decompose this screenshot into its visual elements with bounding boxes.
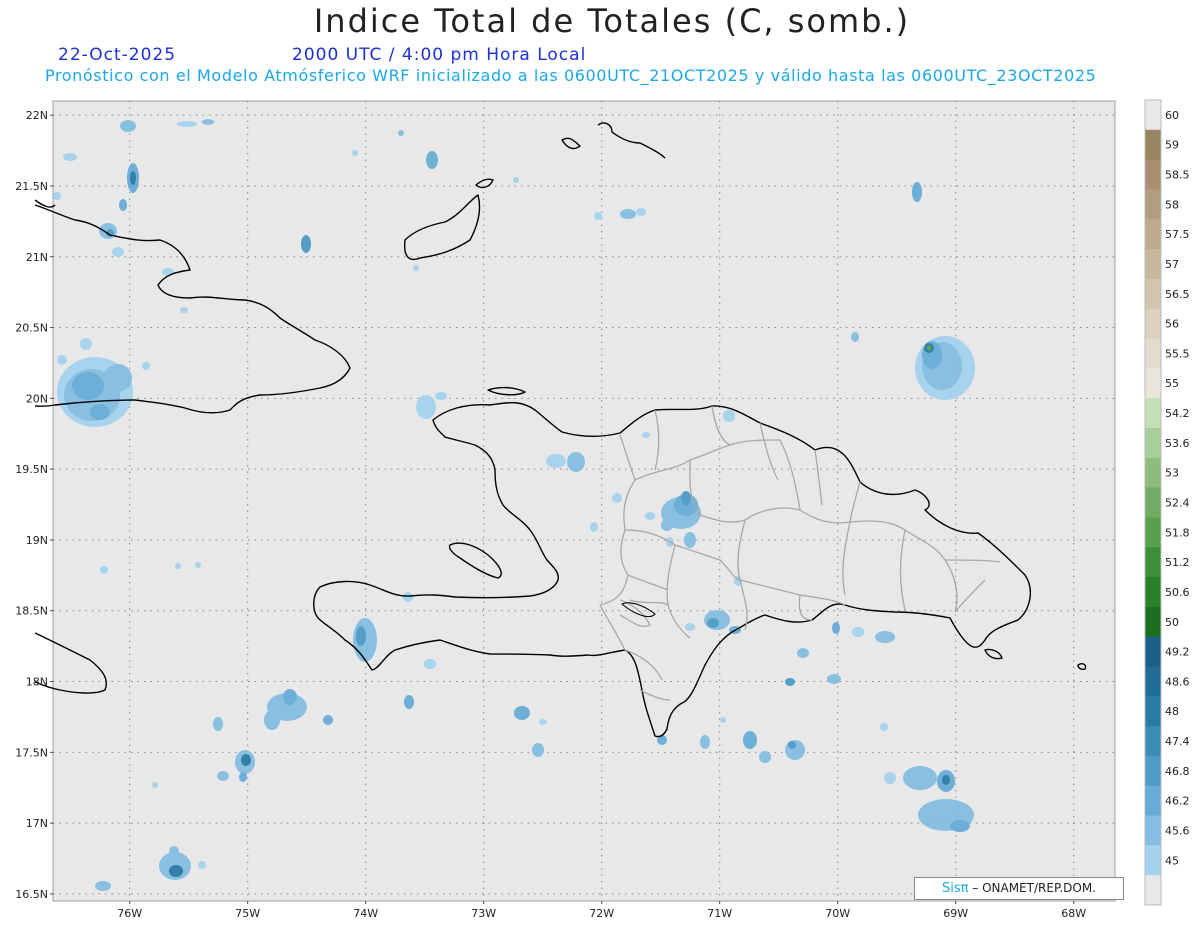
lat-tick-label: 22N bbox=[26, 109, 48, 122]
colorbar-label: 54.2 bbox=[1165, 407, 1190, 420]
colorbar-label: 55 bbox=[1165, 377, 1179, 390]
colorbar-label: 45.6 bbox=[1165, 824, 1190, 837]
colorbar-swatch bbox=[1145, 815, 1161, 846]
colorbar-label: 51.2 bbox=[1165, 556, 1190, 569]
lat-tick-label: 21N bbox=[26, 251, 48, 264]
colorbar-swatch bbox=[1145, 368, 1161, 399]
longitude-labels: 76W 75W 74W 73W 72W 71W 70W 69W 68W bbox=[117, 901, 1086, 920]
lat-tick-label: 19.5N bbox=[15, 463, 48, 476]
colorbar-swatch bbox=[1145, 755, 1161, 787]
colorbar-label: 57.5 bbox=[1165, 228, 1190, 241]
credit-box: Sisπ – ONAMET/REP.DOM. bbox=[914, 877, 1124, 900]
lon-tick-label: 68W bbox=[1061, 907, 1086, 920]
credit-text: – ONAMET/REP.DOM. bbox=[972, 881, 1096, 895]
lat-tick-label: 18.5N bbox=[15, 605, 48, 618]
colorbar-swatch bbox=[1145, 875, 1161, 906]
lon-tick-label: 76W bbox=[117, 907, 142, 920]
colorbar-swatch bbox=[1145, 785, 1161, 817]
colorbar-label: 55.5 bbox=[1165, 347, 1190, 360]
colorbar-swatch bbox=[1145, 427, 1161, 459]
colorbar-swatch bbox=[1145, 547, 1161, 578]
colorbar-label: 45 bbox=[1165, 854, 1179, 867]
colorbar-label: 49.2 bbox=[1165, 646, 1190, 659]
colorbar-swatch bbox=[1145, 487, 1161, 518]
lat-tick-label: 16.5N bbox=[15, 888, 48, 901]
colorbar-label: 59 bbox=[1165, 139, 1179, 152]
sispi-logo: Sisπ bbox=[941, 881, 969, 896]
colorbar-label: 48 bbox=[1165, 705, 1179, 718]
colorbar-swatch bbox=[1145, 696, 1161, 727]
colorbar-swatch bbox=[1145, 159, 1161, 190]
lat-tick-label: 19N bbox=[26, 534, 48, 547]
map-plot-area bbox=[52, 100, 1116, 902]
colorbar-label: 56.5 bbox=[1165, 288, 1190, 301]
colorbar-label: 50 bbox=[1165, 616, 1179, 629]
lat-tick-label: 18N bbox=[26, 676, 48, 689]
colorbar-swatch bbox=[1145, 666, 1161, 697]
lat-tick-label: 17.5N bbox=[15, 746, 48, 759]
colorbar: 60 59 58.5 58 57.5 57 56.5 56 55.5 55 54.2 53.6 53 52… bbox=[1144, 99, 1190, 906]
lat-tick-label: 20N bbox=[26, 392, 48, 405]
lat-tick-label: 20.5N bbox=[15, 322, 48, 335]
colorbar-label: 46.2 bbox=[1165, 795, 1190, 808]
colorbar-swatch bbox=[1145, 249, 1161, 280]
colorbar-swatch bbox=[1145, 726, 1161, 757]
lat-tick-label: 21.5N bbox=[15, 180, 48, 193]
colorbar-swatch bbox=[1145, 129, 1161, 161]
colorbar-swatch bbox=[1145, 219, 1161, 250]
lon-tick-label: 73W bbox=[471, 907, 496, 920]
colorbar-label: 48.6 bbox=[1165, 675, 1190, 688]
colorbar-label: 51.8 bbox=[1165, 526, 1190, 539]
colorbar-swatch bbox=[1145, 278, 1161, 310]
lon-tick-label: 70W bbox=[825, 907, 850, 920]
colorbar-label: 52.4 bbox=[1165, 497, 1190, 510]
colorbar-label: 57 bbox=[1165, 258, 1179, 271]
lon-tick-label: 74W bbox=[353, 907, 378, 920]
colorbar-label: 53.6 bbox=[1165, 437, 1190, 450]
lon-tick-label: 69W bbox=[943, 907, 968, 920]
colorbar-swatch bbox=[1145, 845, 1161, 876]
colorbar-swatch bbox=[1145, 308, 1161, 340]
colorbar-label: 50.6 bbox=[1165, 586, 1190, 599]
latitude-labels: 22N 21.5N 21N 20.5N 20N 19.5N 19N 18.5N 18N 17.5N… bbox=[15, 109, 53, 901]
forecast-map: 22N 21.5N 21N 20.5N 20N 19.5N 19N 18.5N 18N 17.5N… bbox=[15, 99, 1190, 920]
colorbar-label: 58 bbox=[1165, 198, 1179, 211]
lon-tick-label: 72W bbox=[589, 907, 614, 920]
lat-tick-label: 17N bbox=[26, 817, 48, 830]
colorbar-swatch bbox=[1145, 100, 1161, 131]
colorbar-swatch bbox=[1145, 517, 1161, 548]
colorbar-swatch bbox=[1145, 398, 1161, 429]
colorbar-swatch bbox=[1145, 189, 1161, 220]
lon-tick-label: 71W bbox=[707, 907, 732, 920]
colorbar-label: 46.8 bbox=[1165, 765, 1190, 778]
colorbar-label: 56 bbox=[1165, 318, 1179, 331]
colorbar-swatch bbox=[1145, 338, 1161, 369]
colorbar-swatch bbox=[1145, 457, 1161, 489]
colorbar-label: 60 bbox=[1165, 109, 1179, 122]
colorbar-label: 53 bbox=[1165, 467, 1179, 480]
colorbar-swatch bbox=[1145, 606, 1161, 638]
colorbar-swatch bbox=[1145, 636, 1161, 667]
lon-tick-label: 75W bbox=[235, 907, 260, 920]
colorbar-label: 58.5 bbox=[1165, 169, 1190, 182]
colorbar-label: 47.4 bbox=[1165, 735, 1190, 748]
colorbar-swatch bbox=[1145, 577, 1161, 608]
